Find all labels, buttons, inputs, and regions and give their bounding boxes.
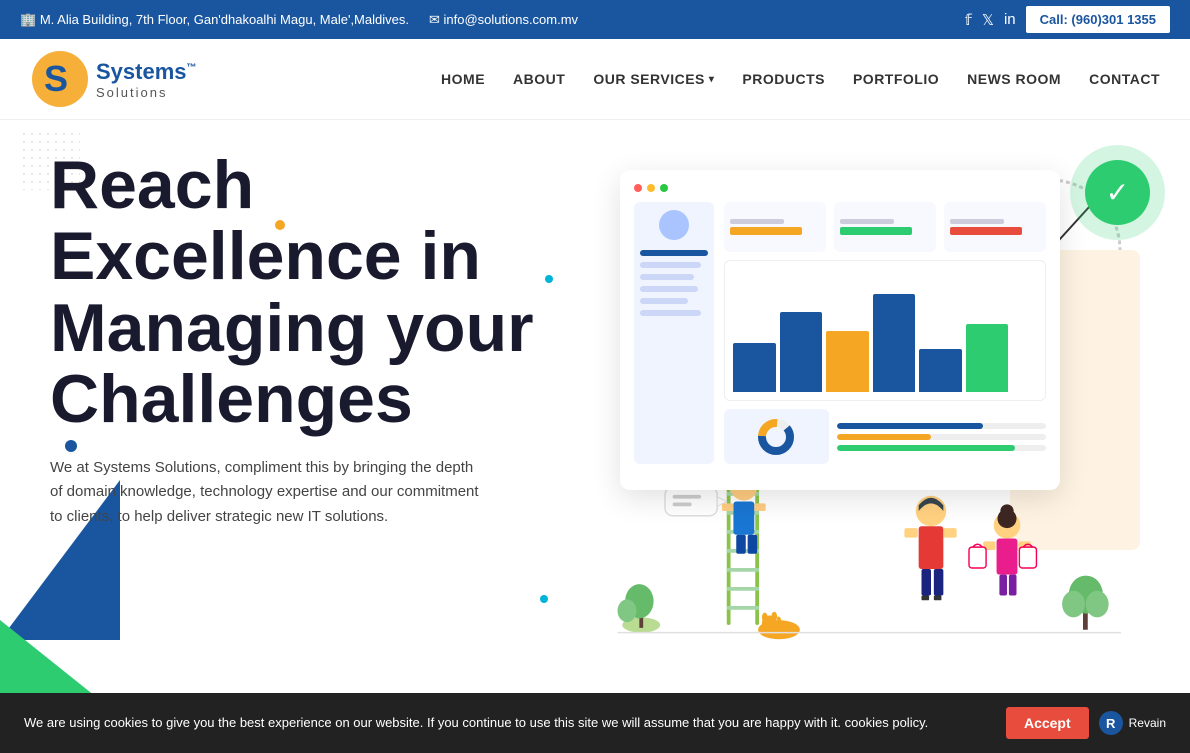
call-button[interactable]: Call: (960)301 1355 xyxy=(1026,6,1170,33)
nav-about[interactable]: ABOUT xyxy=(513,71,565,87)
metric-card-2 xyxy=(834,202,936,252)
hero-right: ✓ xyxy=(570,150,1140,700)
nav-products[interactable]: PRODUCTS xyxy=(742,71,825,87)
cookie-text: We are using cookies to give you the bes… xyxy=(24,713,1006,733)
mini-chart xyxy=(724,260,1046,401)
nav-newsroom[interactable]: NEWS ROOM xyxy=(967,71,1061,87)
logo-brand: Systems™ xyxy=(96,59,197,85)
logo-text: Systems™ Solutions xyxy=(96,59,197,100)
dot-red xyxy=(634,184,642,192)
cookie-right: Accept R Revain xyxy=(1006,707,1166,739)
hero-description: We at Systems Solutions, compliment this… xyxy=(50,456,480,530)
dashboard-row-2 xyxy=(724,409,1046,464)
dashboard-content xyxy=(634,202,1046,464)
revain-label: Revain xyxy=(1129,716,1166,730)
dashboard-illustration: ✓ xyxy=(570,150,1140,650)
logo-sub: Solutions xyxy=(96,85,197,100)
hero-section: Reach Excellence in Managing your Challe… xyxy=(0,120,1190,700)
address: M. Alia Building, 7th Floor, Gan'dhakoal… xyxy=(20,12,409,28)
cookie-banner: We are using cookies to give you the bes… xyxy=(0,693,1190,753)
linkedin-icon[interactable]: in xyxy=(1004,11,1016,29)
accept-button[interactable]: Accept xyxy=(1006,707,1089,739)
top-bar-left: M. Alia Building, 7th Floor, Gan'dhakoal… xyxy=(20,12,578,28)
check-circle-icon: ✓ xyxy=(1085,160,1150,225)
nav-links: HOME ABOUT OUR SERVICES ▾ PRODUCTS PORTF… xyxy=(441,71,1160,87)
dashboard-card xyxy=(620,170,1060,490)
nav-portfolio[interactable]: PORTFOLIO xyxy=(853,71,939,87)
nav-services[interactable]: OUR SERVICES ▾ xyxy=(593,71,714,87)
facebook-icon[interactable]: 𝕗 xyxy=(965,11,972,29)
social-icons: 𝕗 𝕏 in xyxy=(965,11,1016,29)
top-bar: M. Alia Building, 7th Floor, Gan'dhakoal… xyxy=(0,0,1190,39)
metric-card-1 xyxy=(724,202,826,252)
svg-text:S: S xyxy=(44,58,68,99)
donut-chart xyxy=(724,409,829,464)
progress-bars xyxy=(837,409,1046,464)
chevron-down-icon: ▾ xyxy=(709,74,715,85)
dashboard-dots xyxy=(634,184,1046,192)
nav-home[interactable]: HOME xyxy=(441,71,485,87)
dot-yellow xyxy=(647,184,655,192)
dot-green xyxy=(660,184,668,192)
nav-contact[interactable]: CONTACT xyxy=(1089,71,1160,87)
avatar xyxy=(659,210,689,240)
hero-title: Reach Excellence in Managing your Challe… xyxy=(50,150,570,436)
metric-card-3 xyxy=(944,202,1046,252)
email: info@solutions.com.mv xyxy=(429,12,578,28)
logo-tm: ™ xyxy=(187,62,197,73)
navbar: S Systems™ Solutions HOME ABOUT OUR SERV… xyxy=(0,39,1190,120)
dashboard-main xyxy=(724,202,1046,464)
revain-r-icon: R xyxy=(1099,711,1123,735)
logo-icon: S xyxy=(30,49,90,109)
top-bar-right: 𝕗 𝕏 in Call: (960)301 1355 xyxy=(965,6,1170,33)
dashboard-sidebar xyxy=(634,202,714,464)
twitter-icon[interactable]: 𝕏 xyxy=(982,11,994,29)
logo-area: S Systems™ Solutions xyxy=(30,49,197,109)
revain-logo: R Revain xyxy=(1099,711,1166,735)
hero-left: Reach Excellence in Managing your Challe… xyxy=(50,150,570,700)
